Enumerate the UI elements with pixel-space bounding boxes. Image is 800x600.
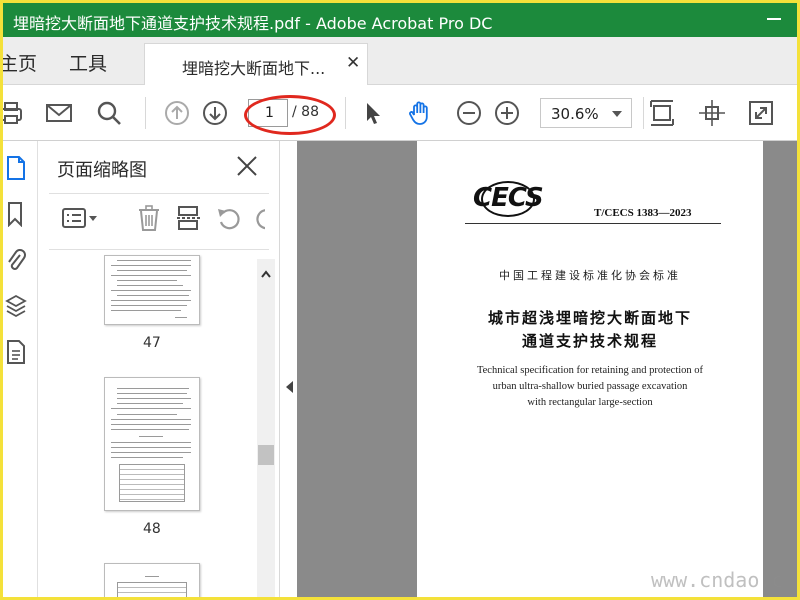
title-bar: 埋暗挖大断面地下通道支护技术规程.pdf - Adobe Acrobat Pro… [3, 3, 797, 37]
tab-tools[interactable]: 工具 [69, 49, 107, 76]
layers-icon[interactable] [5, 293, 27, 319]
search-icon[interactable] [95, 99, 123, 127]
english-title-line1: Technical specification for retaining an… [476, 365, 704, 376]
tab-bar: 主页 工具 埋暗挖大断面地下... ✕ [3, 37, 797, 86]
zoom-out-icon[interactable] [455, 99, 483, 127]
panel-divider [49, 193, 269, 194]
bookmark-icon[interactable] [5, 201, 27, 228]
scroll-up-icon[interactable] [261, 263, 271, 278]
tab-document-label: 埋暗挖大断面地下... [182, 59, 326, 78]
close-panel-icon[interactable] [235, 154, 259, 178]
panel-title: 页面缩略图 [57, 160, 147, 181]
association-name: 中国工程建设标准化协会标准 [499, 269, 681, 282]
hand-tool-icon[interactable] [406, 99, 434, 127]
page-thumbnail[interactable] [104, 377, 200, 511]
rotate-right-icon[interactable] [253, 205, 265, 231]
prev-page-icon[interactable] [163, 99, 191, 127]
mail-icon[interactable] [45, 99, 73, 127]
toolbar-divider [345, 97, 346, 129]
insert-page-icon[interactable] [175, 205, 203, 231]
document-viewport[interactable]: CECS T/CECS 1383—2023 中国工程建设标准化协会标准 城市超浅… [297, 141, 797, 597]
navigation-rail [3, 141, 38, 597]
main-toolbar: 1 / 88 30.6% [3, 85, 797, 141]
panel-divider [49, 249, 269, 250]
close-tab-icon[interactable]: ✕ [346, 53, 360, 73]
english-title-line3: with rectangular large-section [527, 397, 653, 408]
fullscreen-icon[interactable] [747, 99, 775, 127]
header-rule [465, 223, 721, 224]
page-thumbnail[interactable] [104, 255, 200, 325]
toolbar-divider [643, 97, 644, 129]
tab-document[interactable]: 埋暗挖大断面地下... ✕ [144, 43, 368, 86]
chinese-title-line1: 城市超浅埋暗挖大断面地下 [487, 309, 692, 327]
zoom-in-icon[interactable] [493, 99, 521, 127]
thumbnail-scrollbar[interactable] [257, 259, 275, 597]
pdf-page: CECS T/CECS 1383—2023 中国工程建设标准化协会标准 城市超浅… [417, 141, 763, 597]
window-title: 埋暗挖大断面地下通道支护技术规程.pdf - Adobe Acrobat Pro… [13, 14, 493, 33]
next-page-icon[interactable] [201, 99, 229, 127]
toolbar-divider [145, 97, 146, 129]
english-title-line2: urban ultra-shallow buried passage excav… [492, 381, 688, 392]
chevron-down-icon [612, 111, 622, 117]
cecs-logo: CECS [473, 183, 544, 213]
thumbnail-options-icon[interactable] [61, 205, 101, 231]
select-cursor-icon[interactable] [359, 99, 387, 127]
zoom-select[interactable]: 30.6% [540, 98, 632, 128]
delete-icon[interactable] [135, 205, 163, 231]
standard-code: T/CECS 1383—2023 [594, 207, 692, 219]
thumbnail-page-number: 47 [143, 335, 161, 351]
thumbnails-panel: 页面缩略图 47 48 [39, 141, 279, 597]
thumbnail-page-number: 48 [143, 521, 161, 537]
print-icon[interactable] [3, 99, 25, 127]
page-thumbnail[interactable] [104, 563, 200, 597]
panel-splitter[interactable] [279, 141, 297, 597]
tab-home[interactable]: 主页 [3, 49, 37, 76]
app-window: 埋暗挖大断面地下通道支护技术规程.pdf - Adobe Acrobat Pro… [3, 3, 797, 597]
chinese-title-line2: 通道支护技术规程 [521, 332, 658, 350]
minimize-button[interactable] [767, 18, 781, 20]
page-content-icon[interactable] [5, 339, 27, 365]
scrollbar-thumb[interactable] [258, 445, 274, 465]
rotate-icon[interactable] [698, 99, 726, 127]
rotate-left-icon[interactable] [215, 205, 243, 231]
page-thumbnails-icon[interactable] [5, 155, 27, 181]
attachment-icon[interactable] [5, 247, 27, 273]
zoom-value: 30.6% [551, 105, 599, 123]
watermark: www.cndao.c [651, 568, 784, 592]
annotation-circle [244, 95, 336, 135]
collapse-panel-icon[interactable] [286, 381, 293, 393]
fit-page-icon[interactable] [648, 99, 676, 127]
